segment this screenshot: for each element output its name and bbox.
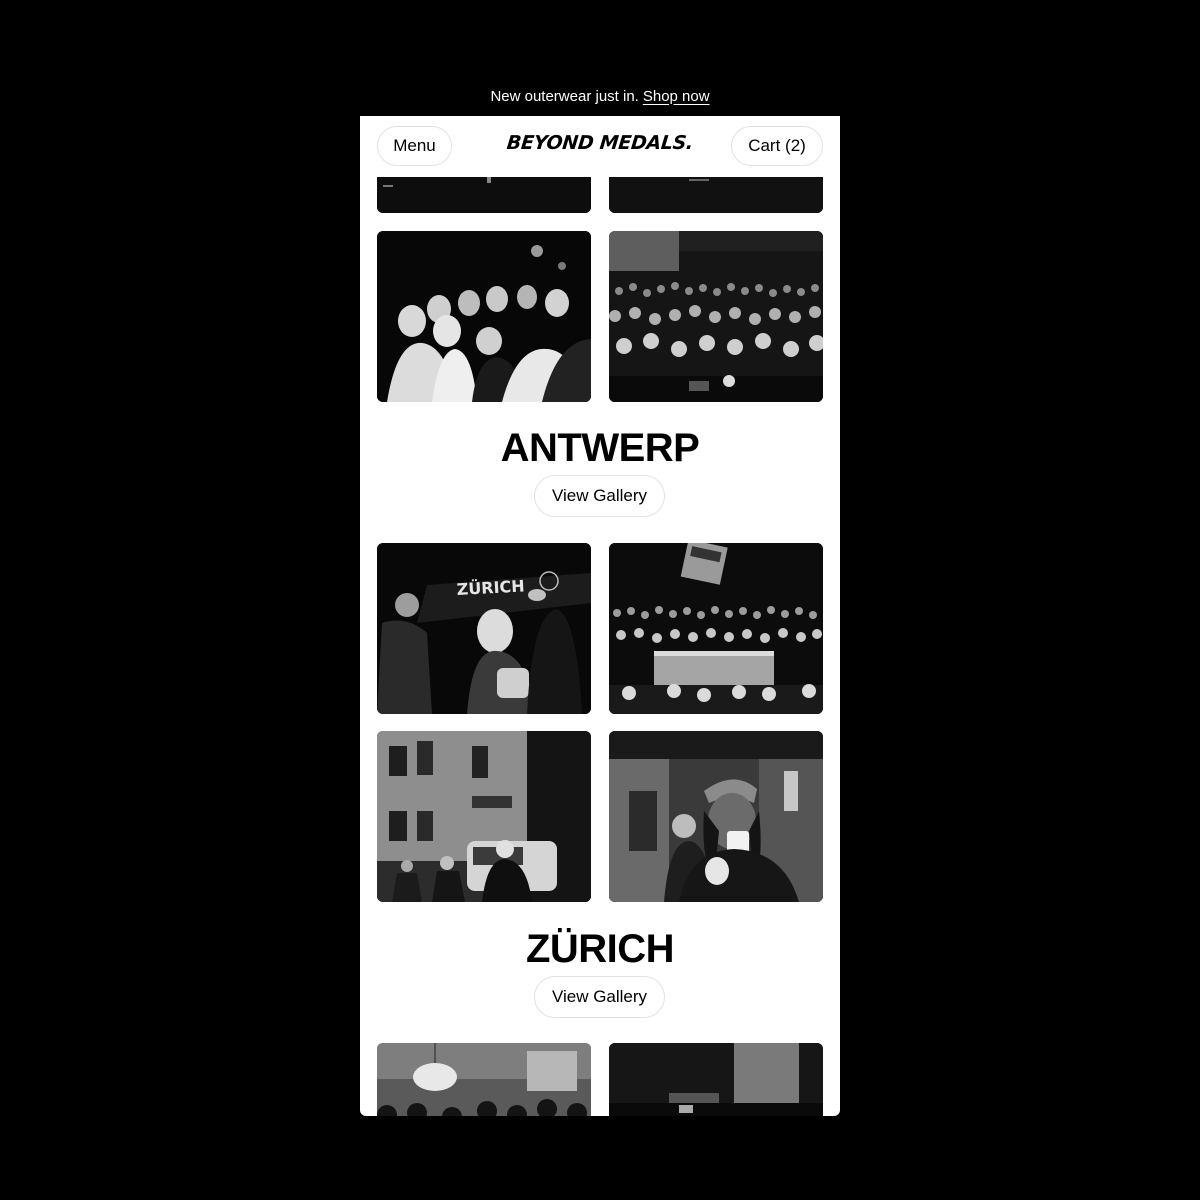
gallery-photo-zurich-street[interactable] xyxy=(377,731,591,902)
mobile-page: Menu BEYOND MEDALS. Cart (2) ANTWERP Vie… xyxy=(360,116,840,1116)
gallery-photo[interactable] xyxy=(609,1043,823,1116)
announcement-text: New outerwear just in. xyxy=(490,87,639,105)
gallery-photo-zurich-sign[interactable]: ZÜRICH xyxy=(377,543,591,714)
gallery-photo-zurich-crowd[interactable] xyxy=(609,543,823,714)
announcement-bar: New outerwear just in. Shop now xyxy=(360,78,840,114)
gallery-photo[interactable] xyxy=(609,177,823,213)
city-title-zurich: ZÜRICH xyxy=(525,927,675,971)
gallery-photo[interactable] xyxy=(377,1043,591,1116)
zurich-sign-text: ZÜRICH xyxy=(456,576,525,599)
gallery-photo-antwerp-group[interactable] xyxy=(377,231,591,402)
view-gallery-button-zurich[interactable]: View Gallery xyxy=(534,976,665,1018)
shop-now-link[interactable]: Shop now xyxy=(643,88,710,105)
site-header: Menu BEYOND MEDALS. Cart (2) xyxy=(360,116,840,177)
gallery-photo-zurich-portrait[interactable] xyxy=(609,731,823,902)
view-gallery-button-antwerp[interactable]: View Gallery xyxy=(534,475,665,517)
gallery-photo[interactable] xyxy=(377,177,591,213)
gallery-photo-antwerp-crowd[interactable] xyxy=(609,231,823,402)
cart-button[interactable]: Cart (2) xyxy=(731,126,823,166)
city-title-antwerp: ANTWERP xyxy=(500,426,700,470)
